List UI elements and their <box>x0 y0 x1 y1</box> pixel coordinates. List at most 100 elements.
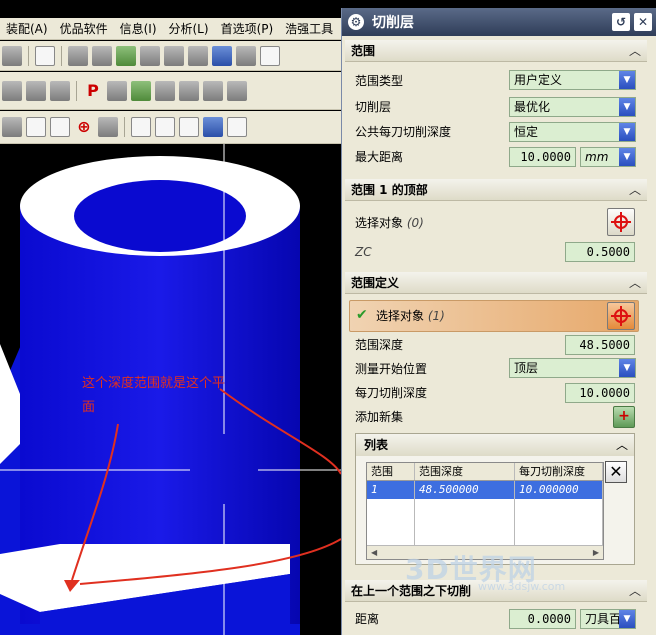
measure-from-label: 测量开始位置 <box>355 362 428 376</box>
common-depth-select[interactable]: 恒定 ▼ <box>509 122 636 142</box>
distance-label: 距离 <box>355 612 380 626</box>
range-type-value: 用户定义 <box>514 73 563 87</box>
tool-icon[interactable] <box>140 45 160 66</box>
distance-input[interactable]: 0.0000 <box>509 609 576 629</box>
snap-icon[interactable] <box>2 117 22 137</box>
section-range-def-header[interactable]: 范围定义 ︿ <box>345 272 647 294</box>
verify-icon[interactable] <box>131 80 151 101</box>
section-range1-top-header[interactable]: 范围 1 的顶部 ︿ <box>345 179 647 201</box>
mill-icon[interactable] <box>2 80 22 101</box>
display-icon[interactable] <box>260 45 280 66</box>
chevron-down-icon: ▼ <box>619 148 635 166</box>
transform-icon[interactable] <box>179 80 199 101</box>
toolbar-separator <box>61 45 62 66</box>
crosshair-icon[interactable]: ⊕ <box>74 117 94 137</box>
select-count-def: (1) <box>427 309 445 323</box>
dialog-titlebar: ⚙ 切削层 ↺ ✕ <box>342 8 656 36</box>
range-table: 范围 范围深度 每刀切削深度 1 48.500000 10.000000 ◀ ▶ <box>366 462 604 560</box>
list-header[interactable]: 列表 ︿ <box>356 434 634 456</box>
unit-select[interactable]: mm ▼ <box>580 147 636 167</box>
info-icon[interactable] <box>35 45 55 66</box>
dialog-title: 切削层 <box>372 15 414 31</box>
method-icon[interactable] <box>164 45 184 66</box>
add-set-button[interactable]: + <box>613 406 635 428</box>
contour-icon[interactable] <box>50 80 70 101</box>
zc-label: ZC <box>355 245 372 259</box>
toolbar-row-2: P <box>0 72 341 110</box>
per-cut-depth-label: 每刀切削深度 <box>355 386 428 400</box>
common-depth-value: 恒定 <box>514 125 539 139</box>
select-count-top: (0) <box>406 216 424 230</box>
output-icon[interactable] <box>236 45 256 66</box>
filter-icon[interactable] <box>26 117 46 137</box>
distance-unit-select[interactable]: 刀具百 ▼ <box>580 609 636 629</box>
range-type-select[interactable]: 用户定义 ▼ <box>509 70 636 90</box>
menu-bar: 装配(A) 优品软件 信息(I) 分析(L) 首选项(P) 浩强工具 <box>0 18 341 40</box>
range-depth-label: 范围深度 <box>355 338 404 352</box>
select-filter-icon[interactable] <box>50 117 70 137</box>
hexagon-icon[interactable] <box>131 117 151 137</box>
box-select-icon[interactable] <box>155 117 175 137</box>
col-range[interactable]: 范围 <box>367 463 415 480</box>
select-object-top-button[interactable] <box>607 208 635 236</box>
annotation-text: 这个深度范围就是这个平面 <box>82 376 226 415</box>
menu-preferences[interactable]: 首选项(P) <box>215 20 280 37</box>
col-per-cut[interactable]: 每刀切削深度 <box>515 463 603 480</box>
section-range1-top-title: 范围 1 的顶部 <box>351 183 428 197</box>
shop-doc-icon[interactable] <box>107 80 127 101</box>
gear-icon[interactable]: ⚙ <box>348 14 364 30</box>
section-range-def-title: 范围定义 <box>351 276 400 290</box>
select-object-def-row[interactable]: ✔ 选择对象 (1) <box>349 300 639 332</box>
chevron-up-icon: ︿ <box>628 183 641 197</box>
operation-icon[interactable] <box>68 45 88 66</box>
per-cut-depth-input[interactable]: 10.0000 <box>565 383 635 403</box>
shaded-view-icon[interactable] <box>179 117 199 137</box>
blank-icon[interactable] <box>155 80 175 101</box>
generate-icon[interactable] <box>116 45 136 66</box>
graphics-viewport[interactable]: 这个深度范围就是这个平面 <box>0 144 341 635</box>
post-process-icon[interactable]: P <box>83 81 103 101</box>
cat-icon[interactable] <box>227 80 247 101</box>
geometry-icon[interactable] <box>188 45 208 66</box>
table-header-row: 范围 范围深度 每刀切削深度 <box>367 463 603 481</box>
cell-per-cut: 10.000000 <box>515 481 603 499</box>
cell-depth: 48.500000 <box>415 481 515 499</box>
max-distance-input[interactable]: 10.0000 <box>509 147 576 167</box>
select-object-def-button[interactable] <box>607 302 635 330</box>
chevron-down-icon: ▼ <box>619 123 635 141</box>
menu-analysis[interactable]: 分析(L) <box>163 20 215 37</box>
table-row[interactable]: 1 48.500000 10.000000 <box>367 481 603 499</box>
scroll-right-icon[interactable]: ▶ <box>593 548 599 557</box>
list-icon[interactable] <box>212 45 232 66</box>
feature-icon[interactable] <box>203 80 223 101</box>
watermark-url: www.3dsjw.com <box>478 580 566 593</box>
cut-layer-select[interactable]: 最优化 ▼ <box>509 97 636 117</box>
toolbar-separator <box>76 80 77 101</box>
zc-input[interactable]: 0.5000 <box>565 242 635 262</box>
menu-youpin[interactable]: 优品软件 <box>54 20 114 37</box>
rotate-icon[interactable] <box>98 117 118 137</box>
common-depth-label: 公共每刀切削深度 <box>355 125 452 139</box>
col-depth[interactable]: 范围深度 <box>415 463 515 480</box>
crosshair-select-icon <box>611 212 631 232</box>
toolbar-separator <box>28 45 29 66</box>
toolbar-row-3: ⊕ <box>0 111 341 144</box>
drill-icon[interactable] <box>26 80 46 101</box>
snap-point-icon[interactable] <box>227 117 247 137</box>
measure-from-select[interactable]: 顶层 ▼ <box>509 358 636 378</box>
menu-haoqiang-tools[interactable]: 浩强工具 <box>279 20 339 37</box>
delete-range-button[interactable]: ✕ <box>605 461 627 483</box>
cut-layer-label: 切削层 <box>355 100 392 114</box>
range-depth-input[interactable]: 48.5000 <box>565 335 635 355</box>
cube-view-icon[interactable] <box>203 117 223 137</box>
scroll-left-icon[interactable]: ◀ <box>371 548 377 557</box>
reset-icon[interactable]: ↺ <box>612 13 630 31</box>
chevron-down-icon: ▼ <box>619 98 635 116</box>
max-distance-label: 最大距离 <box>355 150 404 164</box>
undo-icon[interactable] <box>2 45 22 66</box>
program-icon[interactable] <box>92 45 112 66</box>
close-icon[interactable]: ✕ <box>634 13 652 31</box>
menu-assembly[interactable]: 装配(A) <box>0 20 54 37</box>
menu-info[interactable]: 信息(I) <box>114 20 163 37</box>
section-range-header[interactable]: 范围 ︿ <box>345 40 647 62</box>
